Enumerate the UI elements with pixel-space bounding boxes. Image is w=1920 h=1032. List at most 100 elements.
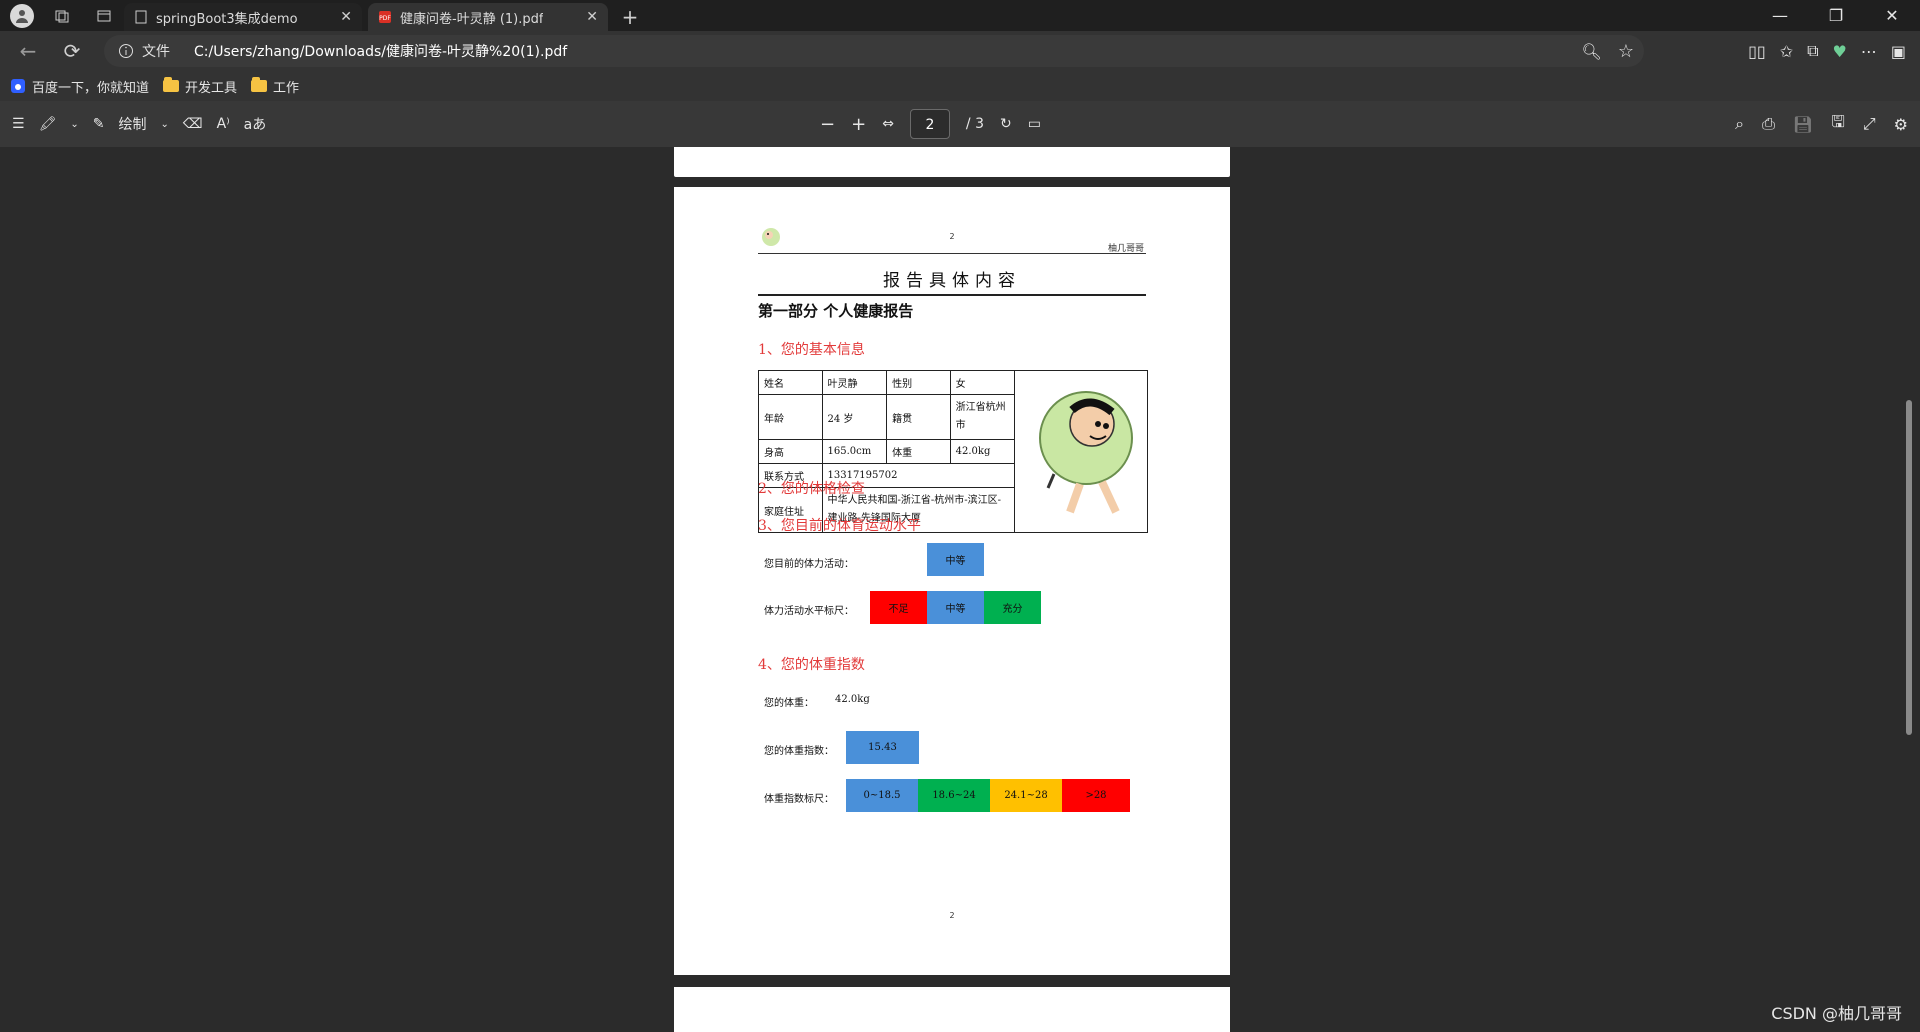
read-aloud-icon[interactable]: A⁾ <box>217 116 230 132</box>
url-text[interactable]: C:/Users/zhang/Downloads/健康问卷-叶灵静%20(1).… <box>194 41 567 61</box>
info-icon <box>119 44 133 58</box>
bmi-weight-label: 您的体重： <box>764 698 814 709</box>
pdf-page-2: 2 柚几哥哥 报告具体内容 第一部分 个人健康报告 1、您的基本信息 姓名 叶灵… <box>674 187 1230 975</box>
draw-label[interactable]: 绘制 <box>118 114 146 134</box>
bookmark-label: 开发工具 <box>185 80 238 96</box>
chevron-down-icon[interactable]: ⌄ <box>160 119 168 130</box>
origin-value: 浙江省杭州市 <box>949 394 1015 440</box>
page-icon <box>135 10 147 24</box>
next-page <box>674 987 1230 1032</box>
previous-page <box>674 147 1230 177</box>
minimize-button[interactable]: — <box>1752 0 1808 31</box>
report-title: 报告具体内容 <box>883 271 1021 291</box>
activity-scale-insufficient: 不足 <box>870 591 927 624</box>
scrollbar-thumb[interactable] <box>1906 400 1912 735</box>
sidebar-icon[interactable]: ▣ <box>1891 42 1906 61</box>
search-icon[interactable]: ⌕ <box>1735 114 1744 134</box>
fit-page-icon[interactable]: ⇔ <box>882 116 894 132</box>
more-icon[interactable]: ⋯ <box>1861 42 1877 61</box>
section-bmi: 4、您的体重指数 <box>758 657 865 673</box>
tab-pdf[interactable]: PDF 健康问卷-叶灵静 (1).pdf ✕ <box>368 3 608 31</box>
collections-icon[interactable]: ⧉ <box>1807 41 1818 61</box>
cartoon-logo-icon <box>762 228 780 246</box>
workspaces-button[interactable] <box>48 2 76 30</box>
bookmark-work[interactable]: 工作 <box>251 77 299 96</box>
close-tab-icon[interactable]: ✕ <box>340 9 352 25</box>
pdf-viewer[interactable]: 2 柚几哥哥 报告具体内容 第一部分 个人健康报告 1、您的基本信息 姓名 叶灵… <box>0 147 1920 1032</box>
tab-springboot[interactable]: springBoot3集成demo ✕ <box>124 3 362 31</box>
omnibox-actions: 🔍︎ ☆ <box>1582 35 1634 67</box>
page-view-icon[interactable]: ▭ <box>1028 116 1041 132</box>
bmi-index-box: 15.43 <box>846 731 919 764</box>
favorites-icon[interactable]: ✩ <box>1780 42 1793 61</box>
baidu-icon <box>11 79 25 93</box>
eraser-icon[interactable]: ⌫ <box>183 116 203 132</box>
text-options[interactable]: aあ <box>244 114 267 134</box>
settings-gear-icon[interactable]: ⚙ <box>1894 115 1908 134</box>
tab-actions-icon <box>97 10 111 21</box>
bookmark-devtools[interactable]: 开发工具 <box>163 77 237 96</box>
browser-toolbar-actions: ▯▯ ✩ ⧉ ♥ ⋯ ▣ <box>1748 31 1920 71</box>
site-info[interactable]: 文件 <box>118 41 170 61</box>
section-activity-level: 3、您目前的体育运动水平 <box>758 518 921 534</box>
back-button[interactable]: ← <box>10 33 46 69</box>
section-basic-info: 1、您的基本信息 <box>758 342 865 358</box>
part-title: 第一部分 个人健康报告 <box>758 302 914 320</box>
browser-essentials-icon[interactable]: ♥ <box>1833 42 1847 61</box>
zoom-in-button[interactable]: + <box>851 114 866 135</box>
print-icon[interactable]: ⎙ <box>1762 114 1775 134</box>
new-tab-button[interactable]: + <box>616 3 644 31</box>
bookmark-label: 百度一下，你就知道 <box>32 80 150 96</box>
omnibox[interactable]: 文件 C:/Users/zhang/Downloads/健康问卷-叶灵静%20(… <box>104 35 1644 67</box>
activity-current-label: 您目前的体力活动： <box>764 559 854 570</box>
activity-scale-medium: 中等 <box>927 591 984 624</box>
zoom-out-button[interactable]: − <box>820 114 835 135</box>
bookmarks-bar: 百度一下，你就知道 开发工具 工作 <box>0 71 1920 101</box>
footer-page-number: 2 <box>949 911 955 920</box>
refresh-button[interactable]: ⟳ <box>54 33 90 69</box>
site-label: 文件 <box>142 44 170 60</box>
weight-label: 体重 <box>886 439 951 464</box>
workspaces-icon <box>55 10 69 22</box>
tab-title: 健康问卷-叶灵静 (1).pdf <box>400 11 544 27</box>
bmi-scale-normal: 18.6~24 <box>918 779 990 812</box>
svg-text:PDF: PDF <box>379 15 391 22</box>
close-tab-icon[interactable]: ✕ <box>586 9 598 25</box>
bmi-index-label: 您的体重指数： <box>764 746 834 757</box>
contents-icon[interactable]: ☰ <box>12 116 25 132</box>
vertical-tabs-button[interactable] <box>90 2 118 30</box>
close-window-button[interactable]: ✕ <box>1864 0 1920 31</box>
age-label: 年龄 <box>758 394 823 440</box>
age-value: 24 岁 <box>821 394 888 440</box>
save-icon[interactable]: 💾︎ <box>1793 115 1813 134</box>
profile-avatar[interactable] <box>10 3 34 28</box>
page-number-input[interactable]: 2 <box>909 109 950 139</box>
rotate-icon[interactable]: ↻ <box>1000 116 1012 132</box>
folder-icon <box>251 77 268 92</box>
zoom-out-icon[interactable]: 🔍︎ <box>1582 42 1602 61</box>
bookmark-label: 工作 <box>273 80 300 96</box>
photo-cell <box>1013 370 1149 533</box>
page-total: / 3 <box>965 116 984 132</box>
bmi-scale-underweight: 0~18.5 <box>846 779 918 812</box>
cartoon-photo <box>1019 376 1142 524</box>
pdf-toolbar-right: ⌕ ⎙ 💾︎ 🖫 ⤢ ⚙ <box>1735 101 1908 147</box>
tab-strip: springBoot3集成demo ✕ PDF 健康问卷-叶灵静 (1).pdf… <box>0 0 1920 31</box>
bookmark-baidu[interactable]: 百度一下，你就知道 <box>10 77 149 96</box>
tabbar-left-icons <box>0 0 118 31</box>
header-rule <box>758 253 1146 254</box>
save-as-icon[interactable]: 🖫 <box>1831 111 1845 138</box>
bmi-weight-value: 42.0kg <box>835 694 870 705</box>
chevron-down-icon[interactable]: ⌄ <box>70 119 78 130</box>
folder-icon <box>163 77 180 92</box>
draw-icon[interactable]: ✎ <box>93 116 105 132</box>
star-icon[interactable]: ☆ <box>1618 41 1634 62</box>
split-screen-icon[interactable]: ▯▯ <box>1748 42 1766 61</box>
restore-button[interactable]: ❐ <box>1808 0 1864 31</box>
name-label: 姓名 <box>758 370 823 395</box>
highlight-icon[interactable]: 🖍︎ <box>39 116 57 132</box>
expand-icon[interactable]: ⤢ <box>1863 114 1876 134</box>
bmi-scale-overweight: 24.1~28 <box>990 779 1062 812</box>
pdf-toolbar-center: − + ⇔ 2 / 3 ↻ ▭ <box>820 101 1041 147</box>
activity-scale-label: 体力活动水平标尺： <box>764 606 854 617</box>
